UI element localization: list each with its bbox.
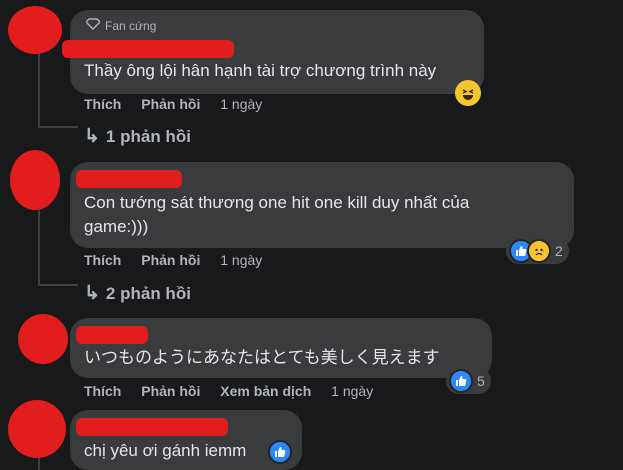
- thread-line: [38, 284, 78, 286]
- thread-line: [38, 210, 40, 286]
- fan-badge: Fan cứng: [85, 18, 157, 33]
- reaction-summary[interactable]: 5: [446, 368, 491, 394]
- avatar[interactable]: [8, 400, 66, 458]
- avatar[interactable]: [18, 314, 68, 364]
- see-translation-action[interactable]: Xem bản dịch: [220, 383, 311, 399]
- badge-label: Fan cứng: [105, 18, 157, 33]
- redacted-author-name[interactable]: [62, 40, 234, 58]
- laughing-emoji-icon[interactable]: [455, 80, 481, 106]
- diamond-icon: [85, 18, 101, 33]
- comment-text: Con tướng sát thương one hit one kill du…: [84, 191, 469, 239]
- reply-arrow-icon: ↳: [84, 283, 100, 304]
- view-replies-link[interactable]: ↳ 2 phản hồi: [84, 282, 191, 305]
- timestamp[interactable]: 1 ngày: [331, 383, 373, 399]
- comment-text-line: Con tướng sát thương one hit one kill du…: [84, 193, 470, 212]
- sad-emoji-icon: [527, 239, 551, 263]
- comment-actions: Thích Phản hồi Xem bản dịch 1 ngày: [84, 383, 389, 399]
- reaction-count: 5: [477, 373, 485, 389]
- thread-line: [38, 126, 78, 128]
- redacted-author-name[interactable]: [76, 326, 148, 344]
- avatar[interactable]: [8, 6, 62, 54]
- comment-actions: Thích Phản hồi 1 ngày: [84, 252, 278, 268]
- timestamp[interactable]: 1 ngày: [220, 252, 262, 268]
- comment-text-line: game:))): [84, 217, 149, 236]
- comment-text: chị yêu ơi gánh iemm: [84, 441, 247, 460]
- redacted-author-name[interactable]: [76, 170, 182, 188]
- like-action[interactable]: Thích: [84, 252, 121, 268]
- reply-action[interactable]: Phản hồi: [141, 252, 200, 268]
- reply-arrow-icon: ↳: [84, 126, 100, 147]
- like-action[interactable]: Thích: [84, 96, 121, 112]
- like-icon: [449, 369, 473, 393]
- thread-line: [38, 50, 40, 128]
- reaction-count: 2: [555, 243, 563, 259]
- comment-text: Thầy ông lội hân hạnh tài trợ chương trì…: [84, 61, 437, 80]
- comment-actions: Thích Phản hồi 1 ngày: [84, 96, 278, 112]
- timestamp[interactable]: 1 ngày: [220, 96, 262, 112]
- like-icon[interactable]: [268, 440, 292, 464]
- reply-action[interactable]: Phản hồi: [141, 383, 200, 399]
- avatar[interactable]: [10, 150, 60, 210]
- like-action[interactable]: Thích: [84, 383, 121, 399]
- view-replies-link[interactable]: ↳ 1 phản hồi: [84, 125, 191, 148]
- comment-text: いつものようにあなたはとても美しく見えます: [84, 348, 440, 367]
- redacted-author-name[interactable]: [76, 418, 228, 436]
- reaction-summary[interactable]: 2: [506, 238, 569, 264]
- reply-action[interactable]: Phản hồi: [141, 96, 200, 112]
